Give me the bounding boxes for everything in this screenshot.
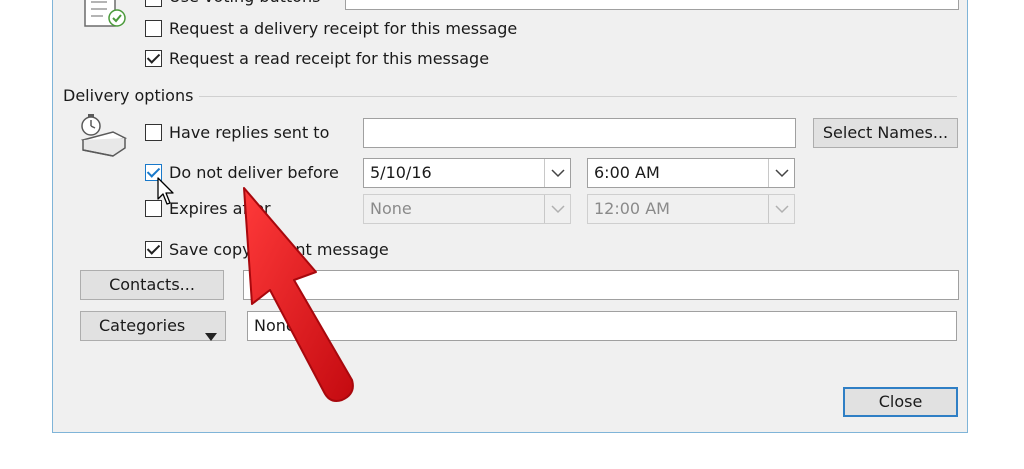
delivery-receipt-checkbox[interactable] <box>145 20 162 37</box>
contacts-button[interactable]: Contacts... <box>80 270 224 300</box>
select-names-button[interactable]: Select Names... <box>813 118 958 148</box>
voting-checkbox[interactable] <box>145 0 162 7</box>
replies-to-input[interactable] <box>363 118 796 148</box>
voting-options-combo[interactable] <box>345 0 959 10</box>
mouse-pointer-icon <box>157 177 177 207</box>
expires-date-value: None <box>370 199 412 218</box>
categories-button-label: Categories <box>99 316 186 335</box>
deliver-date-combo[interactable]: 5/10/16 <box>363 158 571 188</box>
annotation-arrow-icon <box>230 180 370 410</box>
voting-tracking-icon <box>81 0 131 32</box>
caret-down-icon <box>205 322 217 350</box>
delivery-options-heading: Delivery options <box>63 86 194 105</box>
chevron-down-icon[interactable] <box>544 159 570 187</box>
chevron-down-icon <box>768 195 794 223</box>
expires-time-combo: 12:00 AM <box>587 194 795 224</box>
categories-button[interactable]: Categories <box>80 311 226 341</box>
message-properties-dialog: Use voting buttons Request a delivery re… <box>52 0 968 433</box>
deliver-time-value: 6:00 AM <box>594 163 660 182</box>
chevron-down-icon <box>544 195 570 223</box>
expires-time-value: 12:00 AM <box>594 199 670 218</box>
have-replies-label: Have replies sent to <box>169 123 330 142</box>
have-replies-checkbox[interactable] <box>145 124 162 141</box>
chevron-down-icon[interactable] <box>768 159 794 187</box>
read-receipt-checkbox[interactable] <box>145 50 162 67</box>
read-receipt-label: Request a read receipt for this message <box>169 49 490 68</box>
delivery-receipt-label: Request a delivery receipt for this mess… <box>169 19 518 38</box>
close-button[interactable]: Close <box>843 387 958 417</box>
voting-label: Use voting buttons <box>169 0 320 8</box>
deliver-date-value: 5/10/16 <box>370 163 432 182</box>
expires-date-combo: None <box>363 194 571 224</box>
deliver-time-combo[interactable]: 6:00 AM <box>587 158 795 188</box>
delivery-options-divider <box>199 96 957 97</box>
delivery-clock-icon <box>77 114 129 160</box>
save-copy-checkbox[interactable] <box>145 241 162 258</box>
